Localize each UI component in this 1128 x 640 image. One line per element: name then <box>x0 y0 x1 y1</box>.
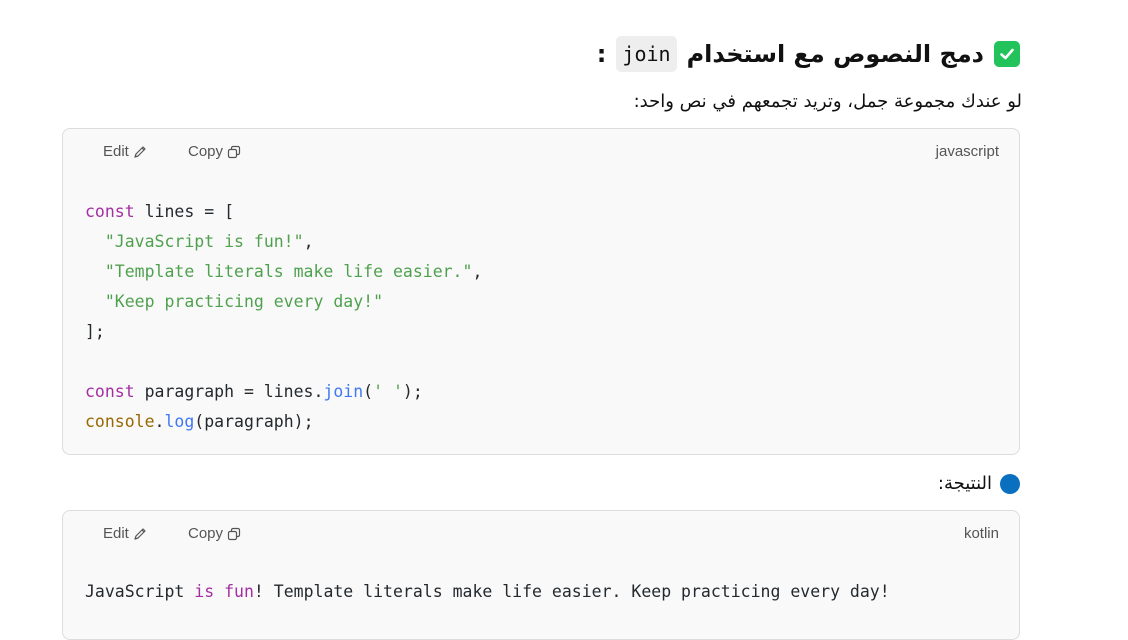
heading-text: دمج النصوص مع استخدام <box>686 40 984 68</box>
code-language-label: kotlin <box>963 525 999 542</box>
code-token: , <box>303 232 314 251</box>
intro-paragraph: لو عندك مجموعة جمل، وتريد تجمعهم في نص و… <box>633 91 1022 112</box>
code-token: const <box>85 382 135 401</box>
code-token: lines = [ <box>134 202 235 221</box>
copy-icon <box>227 145 241 158</box>
code-token: ( <box>363 382 374 401</box>
copy-button[interactable]: Copy <box>188 525 241 542</box>
code-token: ]; <box>85 322 105 341</box>
code-token: (paragraph); <box>194 412 314 431</box>
result-heading: النتيجة: <box>60 470 1020 498</box>
code-toolbar: Edit Copy javascript <box>63 129 1019 175</box>
code-language-label: javascript <box>935 143 999 160</box>
code-token: const <box>85 202 135 221</box>
copy-label: Copy <box>188 525 224 542</box>
code-token: "JavaScript is fun!" <box>104 232 304 251</box>
code-token: paragraph = lines. <box>134 382 324 401</box>
code-token: console <box>85 412 155 431</box>
code-content: const lines = [ "JavaScript is fun!", "T… <box>63 175 1019 437</box>
section-heading: دمج النصوص مع استخدام join : <box>60 36 1020 72</box>
heading-inline-code: join <box>616 36 677 72</box>
code-token: fun <box>224 582 254 601</box>
result-label: النتيجة: <box>937 473 992 494</box>
copy-button[interactable]: Copy <box>188 143 241 160</box>
copy-label: Copy <box>188 143 224 160</box>
code-token: ' ' <box>373 382 403 401</box>
edit-button[interactable]: Edit <box>103 143 147 160</box>
code-toolbar: Edit Copy kotlin <box>63 511 1019 557</box>
heading-colon: : <box>596 40 607 68</box>
code-token: ); <box>402 382 423 401</box>
code-output: JavaScript is fun! Template literals mak… <box>63 557 1019 607</box>
copy-icon <box>227 527 241 540</box>
code-token: "Keep practicing every day!" <box>104 292 384 311</box>
code-token: JavaScript <box>85 582 195 601</box>
edit-label: Edit <box>103 143 129 160</box>
code-token: "Template literals make life easier." <box>104 262 473 281</box>
code-token: join <box>323 382 364 401</box>
code-token: . <box>154 412 165 431</box>
code-token: ! Template literals make life easier. Ke… <box>253 582 890 601</box>
code-token: , <box>472 262 483 281</box>
pencil-icon <box>134 527 146 540</box>
code-token: is <box>194 582 215 601</box>
edit-label: Edit <box>103 525 129 542</box>
code-token: log <box>164 412 195 431</box>
code-block-javascript: Edit Copy javascript const lines = [ "Ja… <box>62 128 1020 455</box>
code-block-kotlin: Edit Copy kotlin JavaScript is fun! Temp… <box>62 510 1020 640</box>
edit-button[interactable]: Edit <box>103 525 147 542</box>
check-square-icon <box>994 41 1020 67</box>
blue-circle-icon <box>1000 474 1020 494</box>
pencil-icon <box>134 145 146 158</box>
